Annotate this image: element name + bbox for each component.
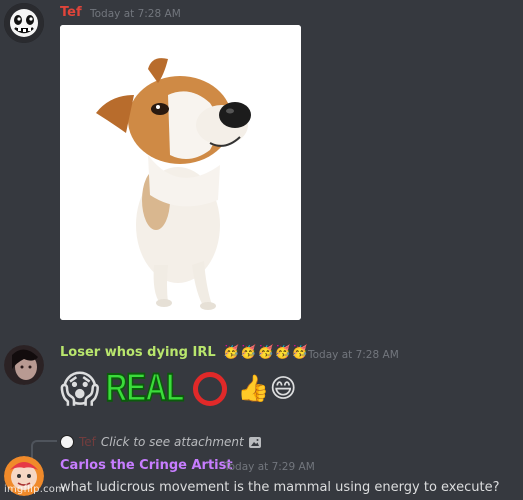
author-name[interactable]: Loser whos dying IRL 🥳🥳🥳🥳🥳 bbox=[60, 345, 309, 360]
real-emoji[interactable]: REAL bbox=[105, 366, 185, 411]
dog-photo-icon bbox=[60, 25, 301, 320]
author-name[interactable]: Tef bbox=[60, 5, 82, 20]
party-face-emoji: 🥳 bbox=[223, 345, 240, 360]
author-name[interactable]: Carlos the Cringe Artist bbox=[60, 458, 233, 473]
author-name-text[interactable]: Loser whos dying IRL bbox=[60, 345, 216, 360]
avatar-tef[interactable] bbox=[4, 3, 44, 43]
message-content: what ludicrous movement is the mammal us… bbox=[60, 480, 500, 495]
scream-emoji[interactable]: 😱 bbox=[60, 367, 100, 411]
reply-author[interactable]: Tef bbox=[79, 435, 96, 449]
party-face-emoji: 🥳 bbox=[291, 345, 309, 360]
party-face-emoji: 🥳 bbox=[240, 345, 257, 360]
watermark: imgflip.com bbox=[4, 484, 66, 495]
party-face-emoji: 🥳 bbox=[257, 345, 274, 360]
image-icon bbox=[248, 436, 261, 448]
image-attachment[interactable] bbox=[60, 25, 301, 320]
party-face-emoji: 🥳 bbox=[274, 345, 291, 360]
reply-preview[interactable]: Tef Click to see attachment bbox=[60, 434, 261, 450]
message-timestamp: Today at 7:29 AM bbox=[224, 461, 315, 473]
reply-avatar bbox=[60, 435, 74, 449]
message-timestamp: Today at 7:28 AM bbox=[90, 8, 181, 20]
reply-text[interactable]: Click to see attachment bbox=[101, 435, 244, 449]
thumbs-up-smile-emoji[interactable]: 👍😄 bbox=[237, 367, 296, 411]
avatar-loser[interactable] bbox=[4, 345, 44, 385]
message-timestamp: Today at 7:28 AM bbox=[308, 349, 399, 361]
reply-connector bbox=[31, 440, 57, 460]
emoji-row: 😱 REAL 👍😄 bbox=[60, 365, 297, 413]
red-circle-icon[interactable] bbox=[193, 372, 228, 406]
party-emoji-badges: 🥳🥳🥳🥳🥳 bbox=[223, 345, 309, 360]
